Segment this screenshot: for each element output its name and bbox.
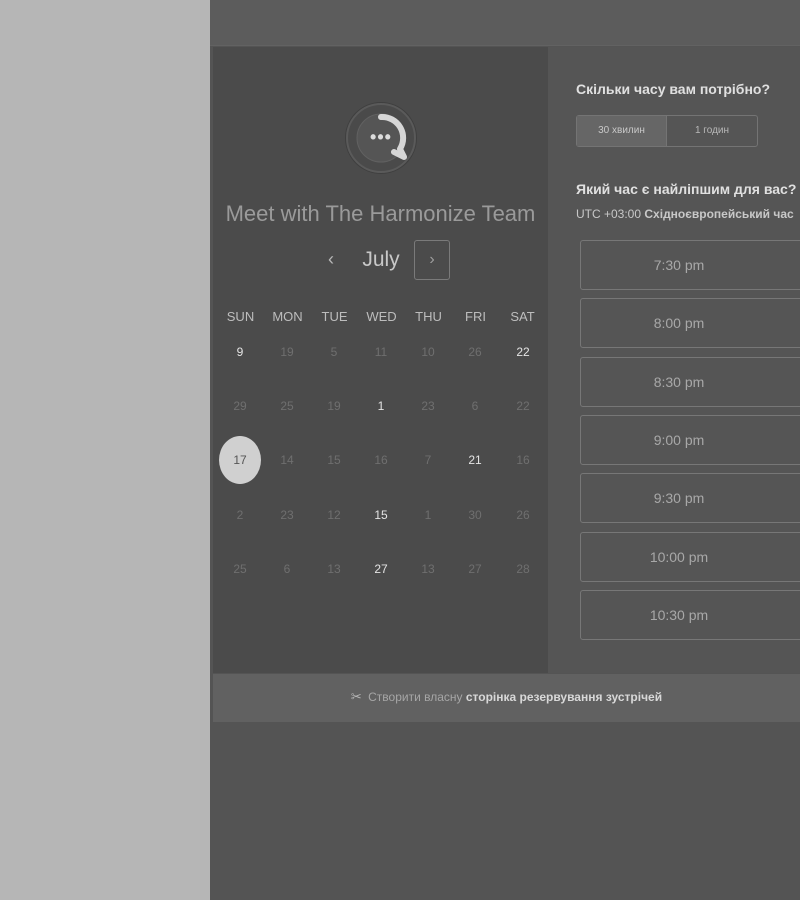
calendar-day: 12 bbox=[327, 508, 341, 522]
calendar-day: 11 bbox=[374, 345, 388, 359]
calendar-day: 1 bbox=[424, 508, 432, 522]
time-slot-button[interactable]: 10:30 pm bbox=[580, 589, 800, 640]
time-slot-button[interactable]: 9:00 pm bbox=[580, 414, 800, 465]
calendar-panel: ••• Meet with The Harmonize Team ‹ July … bbox=[213, 47, 548, 673]
calendar-day: 26 bbox=[516, 508, 530, 522]
chat-dots-icon: ••• bbox=[370, 127, 392, 147]
calendar-day[interactable]: 9 bbox=[220, 332, 260, 372]
weekday-fri: FRI bbox=[465, 309, 486, 324]
weekday-sun: SUN bbox=[226, 309, 255, 324]
weekday-wed: WED bbox=[366, 309, 397, 324]
calendar-day: 2 bbox=[236, 508, 244, 522]
team-logo: ••• bbox=[346, 103, 416, 173]
duration-question: Скільки часу вам потрібно? bbox=[576, 81, 771, 97]
calendar-day: 13 bbox=[421, 562, 435, 576]
booking-app: ••• Meet with The Harmonize Team ‹ July … bbox=[210, 0, 800, 900]
top-bar bbox=[210, 0, 800, 46]
time-slot-button[interactable]: 8:30 pm bbox=[580, 356, 800, 407]
time-slot-button[interactable]: 8:00 pm bbox=[580, 298, 800, 349]
time-question: Який час є найліпшим для вас? bbox=[576, 181, 797, 197]
calendar-day: 19 bbox=[327, 399, 341, 413]
footer-bar: ✂ Створити власну сторінка резервування … bbox=[213, 674, 800, 722]
calendar-day-selected[interactable]: 17 bbox=[219, 436, 261, 484]
calendar-day: 5 bbox=[330, 345, 338, 359]
weekday-mon: MON bbox=[272, 309, 303, 324]
page-background bbox=[0, 0, 210, 900]
footer-prefix: Створити власну bbox=[368, 690, 463, 704]
calendar-day: 10 bbox=[421, 345, 435, 359]
duration-toggle: 30 хвилин 1 годин bbox=[576, 115, 758, 147]
weekday-sat: SAT bbox=[510, 309, 535, 324]
calendar-day: 15 bbox=[327, 453, 341, 467]
calendar-day: 28 bbox=[516, 562, 530, 576]
booking-card: ••• Meet with The Harmonize Team ‹ July … bbox=[213, 47, 800, 673]
calendar-day: 14 bbox=[280, 453, 294, 467]
calendar-day: 23 bbox=[280, 508, 294, 522]
time-slot-button[interactable]: 7:30 pm bbox=[580, 240, 800, 290]
calendar-day: 23 bbox=[421, 399, 435, 413]
weekday-tue: TUE bbox=[321, 309, 348, 324]
prev-month-button[interactable]: ‹ bbox=[320, 244, 342, 274]
calendar-day: 13 bbox=[327, 562, 341, 576]
month-label: July bbox=[362, 248, 400, 271]
calendar-day: 25 bbox=[233, 562, 247, 576]
calendar-day: 30 bbox=[468, 508, 482, 522]
calendar-day: 16 bbox=[516, 453, 530, 467]
weekday-thu: THU bbox=[415, 309, 442, 324]
calendar-day: 6 bbox=[283, 562, 291, 576]
calendar-day[interactable]: 15 bbox=[361, 495, 401, 535]
timezone-label: UTC +03:00 Східноєвропейський час bbox=[576, 207, 794, 221]
timezone-name: Східноєвропейський час bbox=[644, 207, 794, 221]
month-navigator: ‹ July › bbox=[213, 240, 548, 280]
next-month-button[interactable]: › bbox=[414, 240, 450, 280]
time-slot-button[interactable]: 9:30 pm bbox=[580, 473, 800, 524]
team-title: Meet with The Harmonize Team bbox=[225, 201, 536, 226]
calendar-day[interactable]: 1 bbox=[361, 386, 401, 426]
calendar-day[interactable]: 27 bbox=[361, 549, 401, 589]
duration-30-button[interactable]: 30 хвилин bbox=[577, 116, 667, 146]
calendar-day[interactable]: 22 bbox=[503, 332, 543, 372]
timezone-offset: UTC +03:00 bbox=[576, 207, 642, 221]
calendar-day: 7 bbox=[424, 453, 432, 467]
time-panel: Скільки часу вам потрібно? 30 хвилин 1 г… bbox=[548, 47, 800, 673]
scissors-icon: ✂ bbox=[350, 689, 362, 704]
calendar-day: 25 bbox=[280, 399, 294, 413]
duration-60-button[interactable]: 1 годин bbox=[667, 116, 757, 146]
calendar-day: 27 bbox=[468, 562, 482, 576]
calendar-day: 6 bbox=[471, 399, 479, 413]
calendar-day: 19 bbox=[280, 345, 294, 359]
time-slot-button[interactable]: 10:00 pm bbox=[580, 531, 800, 582]
calendar-day: 16 bbox=[374, 453, 388, 467]
calendar-day: 22 bbox=[516, 399, 530, 413]
calendar-day: 29 bbox=[233, 399, 247, 413]
create-booking-page-link[interactable]: сторінка резервування зустрічей bbox=[466, 690, 662, 704]
calendar-day: 26 bbox=[468, 345, 482, 359]
calendar-day[interactable]: 21 bbox=[455, 440, 495, 480]
